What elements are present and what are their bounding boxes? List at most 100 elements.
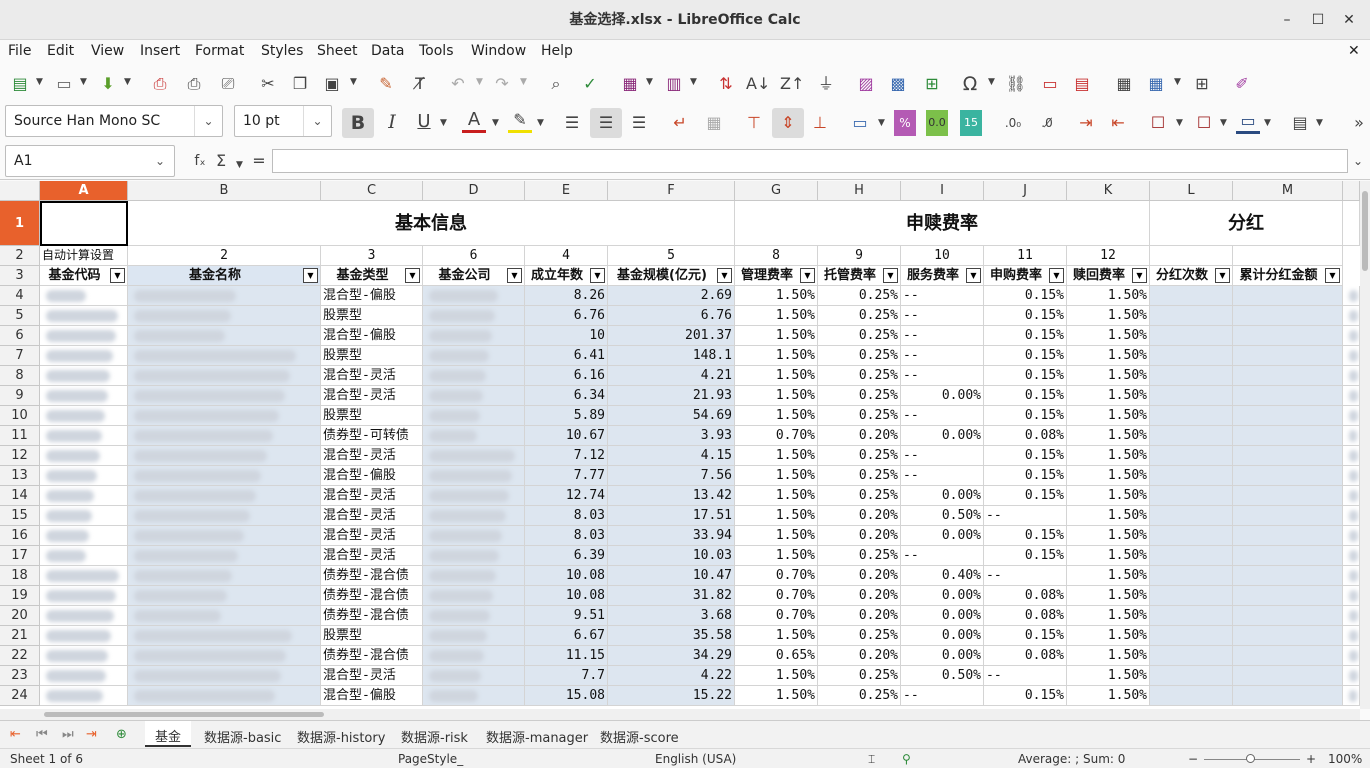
fund-company-cell[interactable]	[423, 566, 525, 586]
dividend-count-cell[interactable]	[1150, 286, 1233, 306]
split-window-icon[interactable]: ⊞	[1190, 71, 1214, 97]
chevron-down-icon[interactable]: ▼	[476, 77, 483, 87]
selection-summary[interactable]: Average: ; Sum: 0	[1018, 752, 1125, 766]
fund-name-cell[interactable]	[128, 306, 321, 326]
zoom-in-icon[interactable]: +	[1306, 752, 1316, 766]
fund-size-cell[interactable]: 54.69	[608, 406, 735, 426]
row-header[interactable]: 4	[0, 286, 40, 306]
header-mgmt-fee[interactable]: 管理费率 ▼	[735, 266, 818, 286]
service-fee-cell[interactable]: 0.40%	[901, 566, 984, 586]
comment-icon[interactable]: ▭	[1038, 71, 1062, 97]
cell[interactable]	[1343, 586, 1360, 606]
row-header[interactable]: 8	[0, 366, 40, 386]
service-fee-cell[interactable]: --	[901, 286, 984, 306]
sheet-tab[interactable]: 数据源-manager	[486, 727, 588, 746]
subscription-fee-cell[interactable]: 0.15%	[984, 286, 1067, 306]
custody-fee-cell[interactable]: 0.20%	[818, 586, 901, 606]
fund-size-cell[interactable]: 34.29	[608, 646, 735, 666]
dividend-total-cell[interactable]	[1233, 566, 1343, 586]
open-folder-icon[interactable]: ▭	[52, 71, 76, 97]
column-icon[interactable]: ▥	[662, 71, 686, 97]
chevron-down-icon[interactable]: ▼	[236, 160, 243, 170]
dividend-count-cell[interactable]	[1150, 466, 1233, 486]
chevron-down-icon[interactable]: ▼	[520, 77, 527, 87]
row-header[interactable]: 13	[0, 466, 40, 486]
redemption-fee-cell[interactable]: 1.50%	[1067, 486, 1150, 506]
subscription-fee-cell[interactable]: --	[984, 506, 1067, 526]
chevron-down-icon[interactable]: ▼	[1176, 118, 1183, 128]
fund-company-cell[interactable]	[423, 586, 525, 606]
menu-window[interactable]: Window	[471, 43, 526, 59]
cell[interactable]	[1343, 506, 1360, 526]
autofilter-dropdown-icon[interactable]: ▼	[800, 268, 815, 283]
freeze-rows-icon[interactable]: ▦	[1144, 71, 1168, 97]
dividend-total-cell[interactable]	[1233, 546, 1343, 566]
setting-cell[interactable]: 12	[1067, 246, 1150, 266]
fund-company-cell[interactable]	[423, 626, 525, 646]
fund-size-cell[interactable]: 3.93	[608, 426, 735, 446]
paste-icon[interactable]: ▣	[320, 71, 344, 97]
border-color-icon[interactable]: ▭	[1236, 110, 1260, 134]
custody-fee-cell[interactable]: 0.25%	[818, 686, 901, 706]
fund-name-cell[interactable]	[128, 666, 321, 686]
custody-fee-cell[interactable]: 0.25%	[818, 306, 901, 326]
cell[interactable]	[1343, 366, 1360, 386]
bold-icon[interactable]: B	[342, 108, 374, 138]
fund-code-cell[interactable]	[40, 286, 128, 306]
zoom-slider-thumb[interactable]	[1246, 754, 1255, 763]
mgmt-fee-cell[interactable]: 1.50%	[735, 346, 818, 366]
custody-fee-cell[interactable]: 0.20%	[818, 566, 901, 586]
close-document-button[interactable]: ✕	[1348, 43, 1360, 59]
fund-code-cell[interactable]	[40, 446, 128, 466]
fund-size-cell[interactable]: 148.1	[608, 346, 735, 366]
custody-fee-cell[interactable]: 0.25%	[818, 626, 901, 646]
cell[interactable]	[1343, 626, 1360, 646]
fund-type-cell[interactable]: 混合型-偏股	[321, 686, 423, 706]
service-fee-cell[interactable]: --	[901, 326, 984, 346]
fund-name-cell[interactable]	[128, 546, 321, 566]
subscription-fee-cell[interactable]: 0.15%	[984, 406, 1067, 426]
mgmt-fee-cell[interactable]: 1.50%	[735, 486, 818, 506]
scrollbar-thumb[interactable]	[44, 712, 324, 717]
fund-name-cell[interactable]	[128, 426, 321, 446]
years-cell[interactable]: 7.12	[525, 446, 608, 466]
row-header[interactable]: 20	[0, 606, 40, 626]
autofilter-dropdown-icon[interactable]: ▼	[405, 268, 420, 283]
service-fee-cell[interactable]: 0.00%	[901, 386, 984, 406]
redemption-fee-cell[interactable]: 1.50%	[1067, 626, 1150, 646]
redemption-fee-cell[interactable]: 1.50%	[1067, 366, 1150, 386]
fund-size-cell[interactable]: 201.37	[608, 326, 735, 346]
row-header[interactable]: 11	[0, 426, 40, 446]
sort-ascending-icon[interactable]: A↓	[746, 71, 770, 97]
dividend-total-cell[interactable]	[1233, 386, 1343, 406]
service-fee-cell[interactable]: --	[901, 686, 984, 706]
zoom-level[interactable]: 100%	[1328, 752, 1362, 766]
chevron-down-icon[interactable]: ▼	[1264, 118, 1271, 128]
fund-name-cell[interactable]	[128, 446, 321, 466]
chevron-down-icon[interactable]: ⌄	[303, 106, 331, 136]
dividend-total-cell[interactable]	[1233, 506, 1343, 526]
previous-sheet-icon[interactable]: ⏮	[36, 727, 48, 742]
custody-fee-cell[interactable]: 0.25%	[818, 366, 901, 386]
export-pdf-icon[interactable]: ⎙	[148, 71, 172, 97]
font-name-combo[interactable]: Source Han Mono SC ⌄	[5, 105, 223, 137]
dividend-count-cell[interactable]	[1150, 326, 1233, 346]
fund-company-cell[interactable]	[423, 326, 525, 346]
cell[interactable]	[1343, 566, 1360, 586]
row-header[interactable]: 7	[0, 346, 40, 366]
dividend-count-cell[interactable]	[1150, 626, 1233, 646]
chevron-down-icon[interactable]: ▼	[124, 77, 131, 87]
cell[interactable]	[1343, 686, 1360, 706]
years-cell[interactable]: 6.41	[525, 346, 608, 366]
fund-size-cell[interactable]: 10.47	[608, 566, 735, 586]
align-right-icon[interactable]: ☰	[627, 110, 651, 136]
cell[interactable]	[1343, 406, 1360, 426]
fund-code-cell[interactable]	[40, 586, 128, 606]
mgmt-fee-cell[interactable]: 0.70%	[735, 586, 818, 606]
subscription-fee-cell[interactable]: 0.15%	[984, 486, 1067, 506]
column-header-f[interactable]: F	[608, 181, 735, 201]
row-header[interactable]: 2	[0, 246, 40, 266]
border-style-icon[interactable]: ☐	[1192, 110, 1216, 136]
cell[interactable]	[1343, 526, 1360, 546]
fund-name-cell[interactable]	[128, 626, 321, 646]
